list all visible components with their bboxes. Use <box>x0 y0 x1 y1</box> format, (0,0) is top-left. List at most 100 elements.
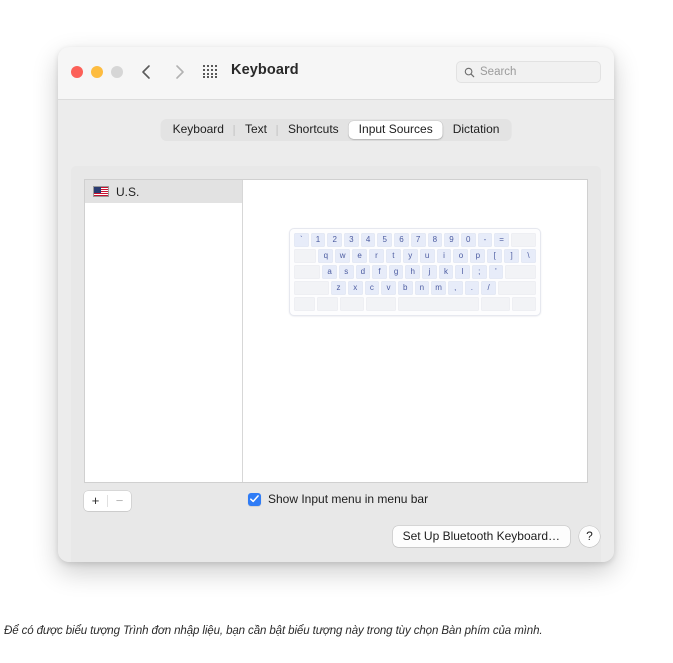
key-tab[interactable] <box>294 249 317 263</box>
key-2[interactable]: 2 <box>327 233 343 247</box>
key-o[interactable]: o <box>453 249 469 263</box>
search-input[interactable] <box>480 66 593 78</box>
key-period[interactable]: . <box>464 281 480 295</box>
close-button[interactable] <box>71 66 83 78</box>
key-f[interactable]: f <box>372 265 387 279</box>
key-semicolon[interactable]: ; <box>471 265 487 279</box>
page-title: Keyboard <box>231 62 299 78</box>
search-icon <box>464 67 475 77</box>
input-sources-panel: U.S. ` 1 2 3 4 5 6 7 8 9 0 - = q w e r t… <box>71 166 601 562</box>
key-slash[interactable]: / <box>481 281 496 295</box>
us-flag-icon <box>93 186 109 197</box>
key-delete[interactable] <box>510 233 536 247</box>
key-w[interactable]: w <box>335 249 351 263</box>
keyboard-preview-pane: ` 1 2 3 4 5 6 7 8 9 0 - = q w e r t y u … <box>243 180 587 482</box>
key-s[interactable]: s <box>338 265 354 279</box>
key-8[interactable]: 8 <box>427 233 443 247</box>
key-p[interactable]: p <box>470 249 486 263</box>
key-u[interactable]: u <box>419 249 435 263</box>
list-item-us[interactable]: U.S. <box>85 180 242 203</box>
tab-input-sources[interactable]: Input Sources <box>348 121 443 139</box>
tab-text[interactable]: Text <box>235 121 277 139</box>
key-r[interactable]: r <box>369 249 384 263</box>
keyboard-row-5 <box>294 297 537 311</box>
show-input-menu-checkbox[interactable] <box>248 492 261 506</box>
key-t[interactable]: t <box>385 249 401 263</box>
system-preferences-window: Keyboard Keyboard Text Shortcuts Input S… <box>58 47 614 562</box>
key-command-left[interactable] <box>366 297 396 311</box>
key-0[interactable]: 0 <box>460 233 476 247</box>
remove-input-source-button[interactable]: − <box>108 491 131 511</box>
key-fn[interactable] <box>294 297 316 311</box>
key-command-right[interactable] <box>480 297 510 311</box>
search-field[interactable] <box>456 61 601 83</box>
key-3[interactable]: 3 <box>344 233 359 247</box>
add-input-source-button[interactable]: + <box>84 491 107 511</box>
tab-bar: Keyboard Text Shortcuts Input Sources Di… <box>160 119 512 141</box>
key-c[interactable]: c <box>364 281 380 295</box>
key-i[interactable]: i <box>436 249 452 263</box>
key-l[interactable]: l <box>455 265 470 279</box>
set-up-bluetooth-keyboard-button[interactable]: Set Up Bluetooth Keyboard… <box>392 526 570 547</box>
key-6[interactable]: 6 <box>394 233 409 247</box>
key-n[interactable]: n <box>414 281 430 295</box>
key-backslash[interactable]: \ <box>521 249 536 263</box>
window-titlebar: Keyboard <box>58 47 614 100</box>
window-footer: Set Up Bluetooth Keyboard… ? <box>392 526 600 547</box>
keyboard-layout-preview: ` 1 2 3 4 5 6 7 8 9 0 - = q w e r t y u … <box>289 228 541 316</box>
keyboard-row-2: q w e r t y u i o p [ ] \ <box>294 249 536 263</box>
key-bracket-right[interactable]: ] <box>504 249 520 263</box>
show-input-menu-row[interactable]: Show Input menu in menu bar <box>241 492 428 506</box>
key-h[interactable]: h <box>405 265 421 279</box>
key-shift-left[interactable] <box>294 281 330 295</box>
key-q[interactable]: q <box>318 249 334 263</box>
key-space[interactable] <box>397 297 479 311</box>
caption-text: Để có được biểu tượng Trình đơn nhập liệ… <box>4 625 543 637</box>
key-x[interactable]: x <box>347 281 363 295</box>
key-return[interactable] <box>505 265 536 279</box>
key-1[interactable]: 1 <box>310 233 326 247</box>
tab-keyboard[interactable]: Keyboard <box>163 121 234 139</box>
key-capslock[interactable] <box>294 265 321 279</box>
tab-shortcuts[interactable]: Shortcuts <box>278 121 349 139</box>
show-input-menu-label: Show Input menu in menu bar <box>268 492 429 506</box>
key-5[interactable]: 5 <box>377 233 393 247</box>
key-v[interactable]: v <box>381 281 396 295</box>
traffic-lights <box>71 66 123 78</box>
checkmark-icon <box>250 495 259 503</box>
key-y[interactable]: y <box>402 249 418 263</box>
keyboard-row-3: a s d f g h j k l ; ' <box>294 265 536 279</box>
key-9[interactable]: 9 <box>444 233 459 247</box>
key-4[interactable]: 4 <box>360 233 376 247</box>
key-equals[interactable]: = <box>494 233 509 247</box>
key-j[interactable]: j <box>422 265 437 279</box>
key-z[interactable]: z <box>331 281 346 295</box>
key-shift-right[interactable] <box>497 281 537 295</box>
minimize-button[interactable] <box>91 66 103 78</box>
key-e[interactable]: e <box>352 249 368 263</box>
key-7[interactable]: 7 <box>410 233 426 247</box>
apps-grid-icon[interactable] <box>203 65 218 79</box>
key-g[interactable]: g <box>388 265 404 279</box>
window-body: Keyboard Text Shortcuts Input Sources Di… <box>58 100 614 562</box>
key-m[interactable]: m <box>431 281 446 295</box>
keyboard-row-1: ` 1 2 3 4 5 6 7 8 9 0 - = <box>294 233 536 247</box>
key-b[interactable]: b <box>397 281 413 295</box>
forward-button[interactable] <box>169 62 189 82</box>
key-backtick[interactable]: ` <box>294 233 309 247</box>
input-sources-list: U.S. <box>85 180 243 482</box>
key-bracket-left[interactable]: [ <box>487 249 503 263</box>
key-control[interactable] <box>317 297 339 311</box>
key-comma[interactable]: , <box>447 281 463 295</box>
key-option-right[interactable] <box>511 297 537 311</box>
key-k[interactable]: k <box>438 265 454 279</box>
key-quote[interactable]: ' <box>488 265 504 279</box>
key-d[interactable]: d <box>355 265 371 279</box>
key-minus[interactable]: - <box>477 233 493 247</box>
zoom-button[interactable] <box>111 66 123 78</box>
back-button[interactable] <box>137 62 157 82</box>
key-option-left[interactable] <box>340 297 365 311</box>
key-a[interactable]: a <box>322 265 337 279</box>
tab-dictation[interactable]: Dictation <box>443 121 510 139</box>
help-button[interactable]: ? <box>579 526 600 547</box>
